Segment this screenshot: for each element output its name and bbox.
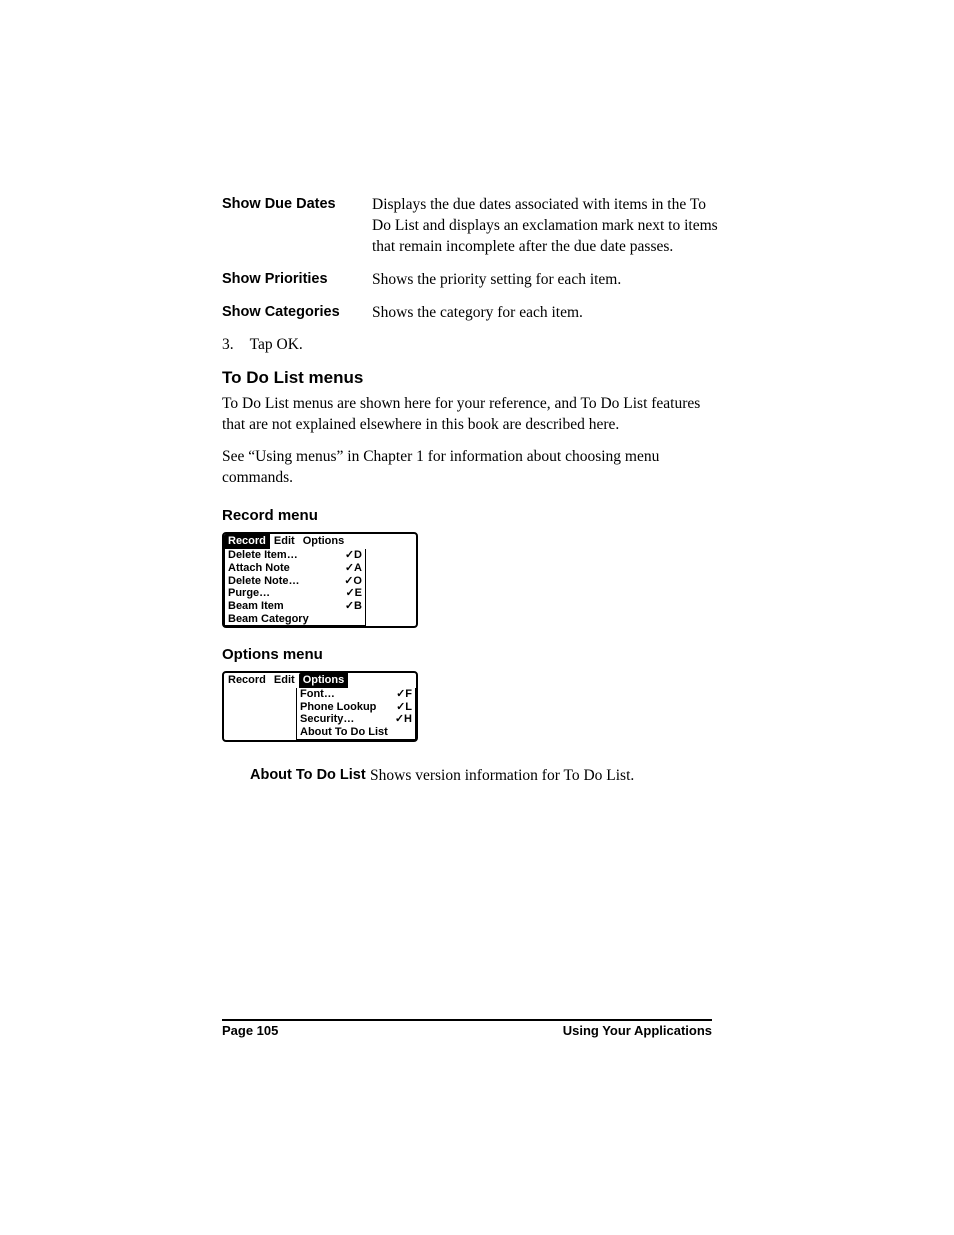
heading-to-do-list-menus: To Do List menus <box>222 368 724 388</box>
record-menu-figure: Record Edit Options Delete Item… ✓D Atta… <box>222 532 418 628</box>
menu-item-label: Security… <box>300 713 354 726</box>
menubar-record: Record <box>224 673 270 688</box>
menubar: Record Edit Options <box>224 673 416 688</box>
menu-item-label: About To Do List <box>300 726 388 739</box>
page: Show Due Dates Displays the due dates as… <box>0 0 954 1235</box>
step-number: 3. <box>222 336 246 354</box>
heading-options-menu: Options menu <box>222 646 724 663</box>
menu-item-label: Delete Note… <box>228 575 300 588</box>
footer-section-title: Using Your Applications <box>563 1023 712 1038</box>
menu-item: Security… ✓H <box>297 713 415 726</box>
menu-item-label: Phone Lookup <box>300 701 376 714</box>
menubar-edit: Edit <box>270 673 299 688</box>
menu-item: Delete Note… ✓O <box>225 575 365 588</box>
menubar-edit: Edit <box>270 534 299 549</box>
menu-item-label: Font… <box>300 688 335 701</box>
footer-rule <box>222 1019 712 1021</box>
term: Show Priorities <box>222 270 372 291</box>
page-footer: Page 105 Using Your Applications <box>222 1023 712 1038</box>
step-text: Tap OK. <box>250 336 303 353</box>
desc: Shows the category for each item. <box>372 303 724 324</box>
menu-item-shortcut: ✓A <box>345 562 362 575</box>
menu-item: Beam Category <box>225 613 365 626</box>
def-show-due-dates: Show Due Dates Displays the due dates as… <box>222 195 724 258</box>
menu-item-label: Beam Item <box>228 600 284 613</box>
def-show-priorities: Show Priorities Shows the priority setti… <box>222 270 724 291</box>
menu-item-shortcut: ✓D <box>345 549 362 562</box>
term: Show Due Dates <box>222 195 372 258</box>
paragraph: To Do List menus are shown here for your… <box>222 394 724 436</box>
menu-item: Font… ✓F <box>297 688 415 701</box>
footer-page-number: Page 105 <box>222 1023 278 1038</box>
menu-item-label: Beam Category <box>228 613 309 626</box>
menu-item-label: Attach Note <box>228 562 290 575</box>
desc: Shows the priority setting for each item… <box>372 270 724 291</box>
desc: Displays the due dates associated with i… <box>372 195 724 258</box>
menu-item: Purge… ✓E <box>225 587 365 600</box>
menu-item-shortcut: ✓B <box>345 600 362 613</box>
options-dropdown: Font… ✓F Phone Lookup ✓L Security… ✓H Ab… <box>296 688 416 740</box>
menu-item-shortcut: ✓E <box>345 587 362 600</box>
menubar-options: Options <box>299 534 349 549</box>
menu-item: About To Do List <box>297 726 415 739</box>
term: About To Do List <box>250 766 370 787</box>
paragraph: See “Using menus” in Chapter 1 for infor… <box>222 447 724 489</box>
menu-item-shortcut: ✓L <box>396 701 412 714</box>
menu-item-label: Delete Item… <box>228 549 298 562</box>
desc: Shows version information for To Do List… <box>370 766 724 787</box>
menubar: Record Edit Options <box>224 534 416 549</box>
menu-item-label: Purge… <box>228 587 270 600</box>
def-about-to-do-list: About To Do List Shows version informati… <box>222 766 724 787</box>
menu-item: Phone Lookup ✓L <box>297 701 415 714</box>
heading-record-menu: Record menu <box>222 507 724 524</box>
options-menu-figure: Record Edit Options Font… ✓F Phone Looku… <box>222 671 418 742</box>
record-dropdown: Delete Item… ✓D Attach Note ✓A Delete No… <box>224 549 366 626</box>
menu-item: Beam Item ✓B <box>225 600 365 613</box>
menubar-options: Options <box>299 673 349 688</box>
menubar-record: Record <box>224 534 270 549</box>
menu-item-shortcut: ✓F <box>396 688 412 701</box>
menu-item-shortcut: ✓H <box>395 713 412 726</box>
menu-item: Attach Note ✓A <box>225 562 365 575</box>
def-show-categories: Show Categories Shows the category for e… <box>222 303 724 324</box>
menu-item: Delete Item… ✓D <box>225 549 365 562</box>
term: Show Categories <box>222 303 372 324</box>
step-3: 3. Tap OK. <box>222 336 724 354</box>
menu-item-shortcut: ✓O <box>344 575 362 588</box>
